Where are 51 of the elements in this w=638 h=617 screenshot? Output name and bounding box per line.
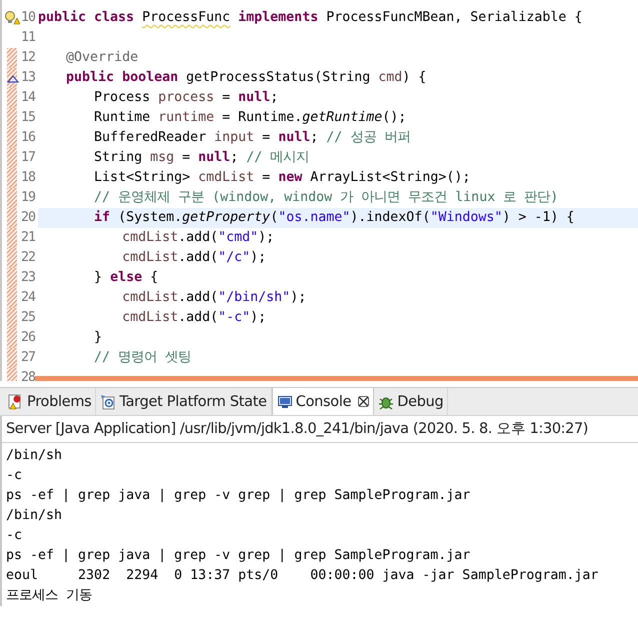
code-line: String msg = null; // 메시지 — [93, 149, 310, 167]
line-number: 17 — [20, 149, 35, 167]
view-tab[interactable]: Console — [272, 388, 374, 415]
line-number: 22 — [20, 249, 35, 267]
line-number: 24 — [20, 289, 35, 307]
line-number: 27 — [20, 349, 35, 367]
line-number: 18 — [20, 169, 35, 187]
view-tab[interactable]: Debug — [374, 388, 448, 415]
target-icon — [100, 394, 116, 410]
line-number: 21 — [20, 229, 35, 247]
line-number: 16 — [20, 129, 35, 147]
code-line: cmdList.add("/c"); — [121, 249, 268, 267]
code-line: cmdList.add("-c"); — [121, 309, 268, 327]
console-title: Server [Java Application] /usr/lib/jvm/jdk1.8.0_241/bin/java (2020. 5. 8. 오후 1:30:27) — [2, 416, 638, 443]
code-line: List<String> cmdList = new ArrayList<String>(); — [93, 169, 472, 187]
console-line: /bin/sh — [6, 447, 64, 465]
code-line: Process process = null; — [93, 89, 280, 107]
line-number: 12 — [20, 49, 35, 67]
line-number: 19 — [20, 189, 35, 207]
code-line: } else { — [93, 269, 160, 287]
console-line: eoul 2302 2294 0 13:37 pts/0 00:00:00 java -jar SampleProgram.jar — [6, 567, 600, 585]
console-line: /bin/sh — [6, 507, 64, 525]
line-number: 28 — [20, 369, 35, 381]
code-line: } — [93, 329, 104, 347]
line-number: 20 — [20, 209, 35, 227]
line-number: 10 — [20, 9, 35, 27]
monitor-icon — [276, 394, 293, 410]
line-number: 14 — [20, 89, 35, 107]
line-number: 15 — [20, 109, 35, 127]
code-line: public boolean getProcessStatus(String cmd) { — [65, 69, 428, 87]
console-line: 프로세스 기동 — [6, 587, 94, 605]
code-line: // 운영체제 구분 (window, window 가 아니면 무조건 linux 로 판단) — [93, 189, 560, 207]
code-line: public class ProcessFunc implements ProcessFuncMBean, Serializable { — [38, 9, 584, 27]
view-tab[interactable]: Target Platform State — [96, 388, 272, 415]
view-tab[interactable]: Problems — [4, 388, 96, 415]
line-number: 23 — [20, 269, 35, 287]
line-number: 25 — [20, 309, 35, 327]
console-line: ps -ef | grep java | grep -v grep | grep SampleProgram.jar — [6, 547, 472, 565]
code-line: @Override — [65, 49, 140, 67]
code-line: BufferedReader input = null; // 성공 버퍼 — [93, 129, 412, 147]
code-line: Runtime runtime = Runtime.getRuntime(); — [93, 109, 408, 127]
code-line: cmdList.add("/bin/sh"); — [121, 289, 308, 307]
line-number: 26 — [20, 329, 35, 347]
line-number: 11 — [20, 29, 35, 47]
code-line: // 명령어 셋팅 — [93, 349, 192, 367]
close-icon[interactable] — [358, 396, 370, 407]
console-line: -c — [6, 467, 24, 485]
code-line: cmdList.add("cmd"); — [121, 229, 276, 247]
line-number: 13 — [20, 69, 35, 87]
console-line: ps -ef | grep java | grep -v grep | grep SampleProgram.jar — [6, 487, 472, 505]
console-line: -c — [6, 527, 24, 545]
